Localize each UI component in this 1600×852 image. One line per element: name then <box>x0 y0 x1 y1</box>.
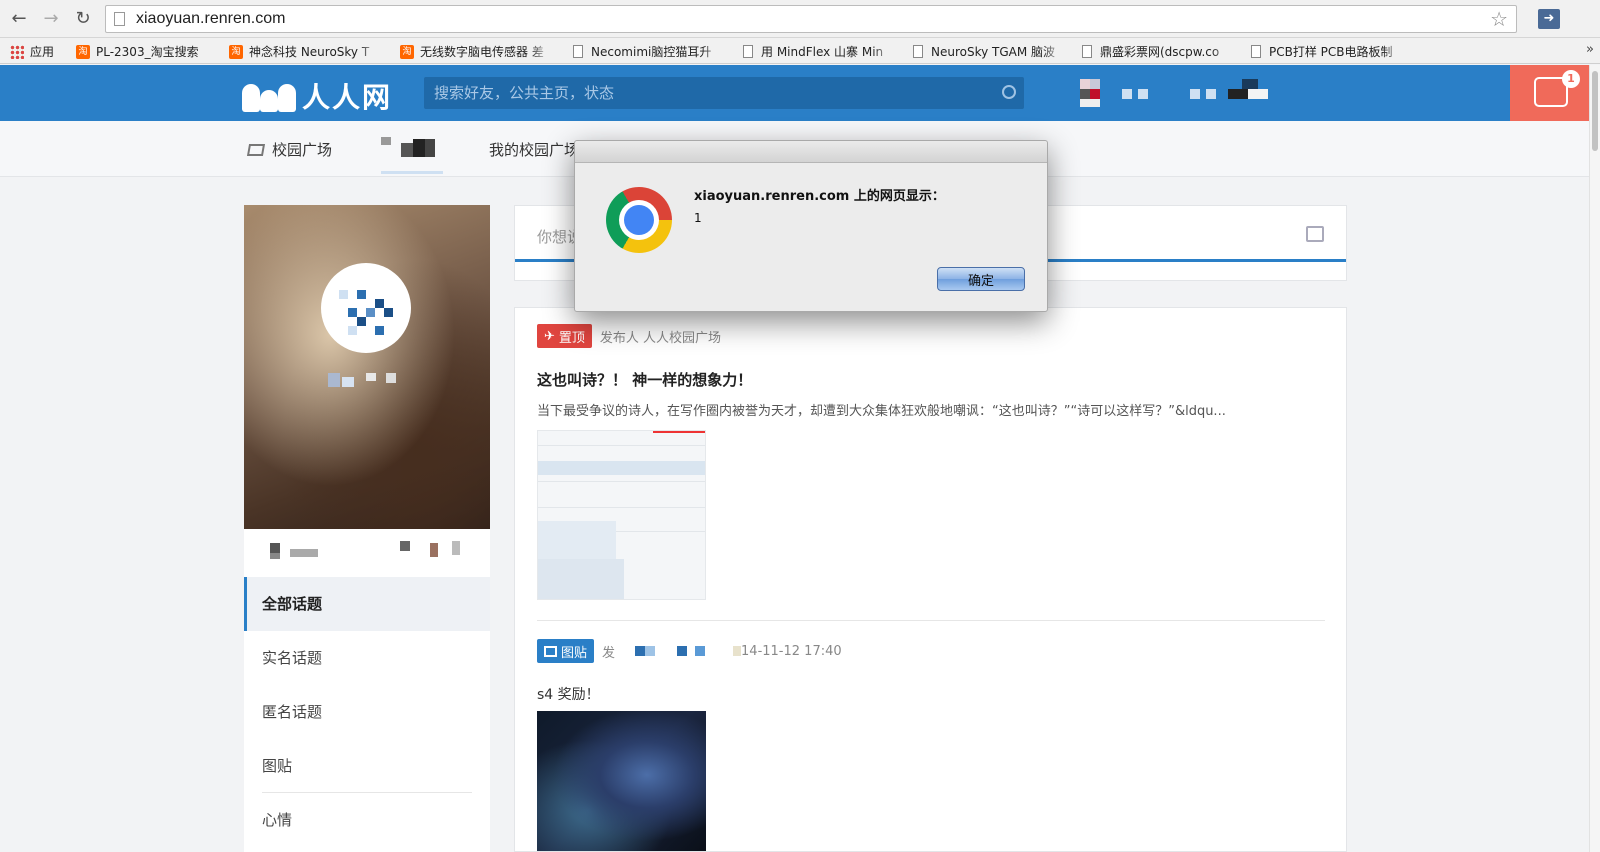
search-icon[interactable] <box>1002 85 1016 99</box>
search-input[interactable] <box>434 81 994 105</box>
page-icon <box>114 12 125 26</box>
chrome-logo-icon <box>606 187 672 253</box>
url-text[interactable]: xiaoyuan.renren.com <box>136 10 285 28</box>
bookmark-label: Necomimi脑控猫耳升 <box>591 45 712 59</box>
browser-toolbar: ← → ↻ xiaoyuan.renren.com ☆ ➜ <box>0 0 1600 38</box>
topic-menu: 全部话题 实名话题 匿名话题 图贴 心情 <box>244 577 490 847</box>
reload-icon[interactable]: ↻ <box>72 8 94 30</box>
scrollbar-thumb[interactable] <box>1592 71 1598 151</box>
post-meta-prefix: 发 <box>602 645 616 661</box>
taobao-icon: 淘 <box>229 44 243 59</box>
menu-label: 图贴 <box>262 757 293 775</box>
bookmark-label: PL-2303_淘宝搜索 <box>96 45 199 59</box>
menu-all-topics[interactable]: 全部话题 <box>244 577 490 631</box>
ok-button[interactable]: 确定 <box>937 267 1025 291</box>
post-thumbnail[interactable] <box>537 430 706 600</box>
badge-label: 置顶 <box>558 330 585 346</box>
pin-icon: ✈ <box>544 328 555 344</box>
tab-campus-plaza[interactable]: 校园广场 <box>246 139 332 160</box>
profile-info-pixelated <box>244 529 490 581</box>
logo-text: 人人网 <box>302 81 393 114</box>
bookmark-label: 用 MindFlex 山寨 Min <box>761 45 884 59</box>
author-pixelated[interactable] <box>621 645 742 657</box>
bookmark-item[interactable]: 鼎盛彩票网(dscpw.co <box>1082 43 1234 60</box>
page-icon <box>1251 45 1261 58</box>
apps-grid-icon <box>10 44 24 59</box>
avatar[interactable] <box>321 263 411 353</box>
page-icon <box>913 45 923 58</box>
tab-my-campus-plaza[interactable]: 我的校园广场 <box>489 139 579 160</box>
menu-photo-posts[interactable]: 图贴 <box>244 739 490 793</box>
post-header: 图贴 发 14-11-12 17:40 <box>537 639 842 663</box>
profile-cover-image <box>244 205 490 529</box>
menu-mood[interactable]: 心情 <box>244 793 490 847</box>
post-meta[interactable]: 发布人 人人校园广场 <box>600 327 721 346</box>
post-text[interactable]: s4 奖励！ <box>537 684 600 704</box>
menu-anonymous-topics[interactable]: 匿名话题 <box>244 685 490 739</box>
bookmark-label: 无线数字脑电传感器 差 <box>420 45 544 59</box>
bookmark-label: 鼎盛彩票网(dscpw.co <box>1100 45 1220 59</box>
dialog-titlebar[interactable] <box>575 141 1047 163</box>
renren-logo[interactable]: 人人网 <box>242 76 392 116</box>
page-icon <box>743 45 753 58</box>
bookmark-star-icon[interactable]: ☆ <box>1490 7 1508 31</box>
back-arrow-icon[interactable]: ← <box>8 8 30 30</box>
bookmark-item[interactable]: 淘 神念科技 NeuroSky T <box>229 43 381 60</box>
bookmark-label: 神念科技 NeuroSky T <box>249 45 370 59</box>
alert-dialog: xiaoyuan.renren.com 上的网页显示： 1 确定 <box>574 140 1048 312</box>
bookmarks-overflow-button[interactable]: » <box>1586 42 1594 57</box>
notification-badge: 1 <box>1562 70 1580 88</box>
bookmark-label: NeuroSky TGAM 脑波 <box>931 45 1056 59</box>
post-excerpt: 当下最受争议的诗人，在写作圈内被誉为天才，却遭到大众集体狂欢般地嘲讽：“这也叫诗… <box>537 404 1226 419</box>
renren-logo-icon <box>242 80 296 112</box>
graduation-cap-icon <box>246 142 264 158</box>
dialog-title: xiaoyuan.renren.com 上的网页显示： <box>694 189 945 204</box>
menu-real-name-topics[interactable]: 实名话题 <box>244 631 490 685</box>
profile-card: 全部话题 实名话题 匿名话题 图贴 心情 <box>244 205 490 852</box>
dialog-message: 1 <box>694 211 702 225</box>
image-upload-icon[interactable] <box>1306 226 1324 242</box>
post-image[interactable] <box>537 711 706 851</box>
post-date: 14-11-12 17:40 <box>741 643 842 659</box>
site-header: 人人网 <box>0 65 1600 121</box>
badge-label: 图贴 <box>561 645 588 661</box>
taobao-icon: 淘 <box>400 44 414 59</box>
tab-label: 校园广场 <box>272 141 333 159</box>
pinned-badge: ✈ 置顶 <box>537 324 592 348</box>
search-box <box>424 77 1024 109</box>
tab-school-pixelated[interactable] <box>381 137 443 174</box>
page-icon <box>573 45 583 58</box>
taobao-icon: 淘 <box>76 44 90 59</box>
post-title[interactable]: 这也叫诗？！ 神一样的想象力！ <box>537 369 752 390</box>
image-icon <box>544 645 557 657</box>
bookmark-item[interactable]: 淘 无线数字脑电传感器 差 <box>400 43 552 60</box>
bookmarks-bar: 应用 淘 PL-2303_淘宝搜索 淘 神念科技 NeuroSky T 淘 无线… <box>0 38 1600 64</box>
bookmark-apps[interactable]: 应用 <box>10 43 54 60</box>
notification-button[interactable]: 1 <box>1510 65 1590 121</box>
bookmark-item[interactable]: NeuroSky TGAM 脑波 <box>913 43 1065 60</box>
extension-icon[interactable]: ➜ <box>1538 9 1560 29</box>
tab-label: 我的校园广场 <box>489 141 580 159</box>
bookmark-item[interactable]: PCB打样 PCB电路板制 <box>1251 43 1406 60</box>
bookmark-label: PCB打样 PCB电路板制 <box>1269 45 1393 59</box>
user-info-pixelated[interactable] <box>1080 79 1280 107</box>
post-divider <box>537 620 1325 621</box>
bookmark-item[interactable]: 淘 PL-2303_淘宝搜索 <box>76 43 216 60</box>
bookmark-item[interactable]: 用 MindFlex 山寨 Min <box>743 43 895 60</box>
address-bar[interactable]: xiaoyuan.renren.com ☆ <box>105 5 1517 33</box>
post-header: ✈ 置顶 发布人 人人校园广场 <box>537 324 721 348</box>
bookmark-label: 应用 <box>30 45 55 59</box>
page-icon <box>1082 45 1092 58</box>
page-scrollbar[interactable] <box>1589 65 1600 852</box>
photo-post-badge: 图贴 <box>537 639 595 663</box>
topic-feed: ✈ 置顶 发布人 人人校园广场 这也叫诗？！ 神一样的想象力！ 当下最受争议的诗… <box>514 307 1347 852</box>
forward-arrow-icon[interactable]: → <box>40 8 62 30</box>
bookmark-item[interactable]: Necomimi脑控猫耳升 <box>573 43 725 60</box>
